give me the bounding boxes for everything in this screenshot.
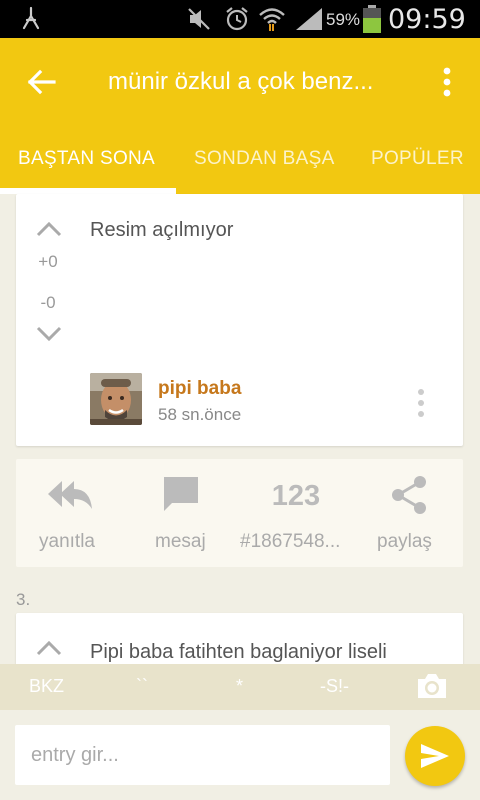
entry-time: 58 sn.önce [158,405,242,424]
entry-menu-icon[interactable] [413,387,429,421]
upvote-icon[interactable] [35,220,63,238]
author-name[interactable]: pipi baba [158,378,241,400]
share-icon [392,476,426,514]
entry-text: Pipi baba fatihten baglaniyor liseli [90,641,387,663]
page-title: münir özkul a çok benz... [108,68,374,95]
entry-text: Resim açılmıyor [90,219,234,241]
clock: 09:59 [388,4,466,35]
spoiler-shortcut[interactable]: -S!- [320,676,349,697]
camera-icon[interactable] [416,672,448,700]
overflow-menu-icon[interactable] [430,62,464,102]
hidden-link-shortcut[interactable]: `` [136,676,148,697]
battery-percent: 59% [326,10,361,29]
tab-populer[interactable]: POPÜLER [371,148,464,170]
tab-bastan-sona[interactable]: BAŞTAN SONA [18,148,155,170]
app-bar: münir özkul a çok benz... BAŞTAN SONA SO… [0,38,480,194]
numbers-123-icon: 123 [272,480,320,509]
input-bar [0,710,480,800]
reply-button[interactable]: yanıtla [16,459,126,567]
entry-input[interactable] [15,725,390,785]
send-button[interactable] [405,726,465,786]
downvote-icon[interactable] [35,325,63,343]
star-shortcut[interactable]: * [236,676,243,697]
svg-text:123: 123 [272,480,320,509]
tab-sondan-basa[interactable]: SONDAN BAŞA [194,148,335,170]
share-button[interactable]: paylaş [356,459,463,567]
entry-index: 3. [16,590,31,609]
downvote-count: -0 [40,293,56,312]
message-icon [164,477,198,511]
battery-icon [363,5,381,33]
back-arrow-icon[interactable] [22,62,62,102]
shortcut-bar: BKZ `` * -S!- [0,664,480,710]
message-button[interactable]: mesaj [126,459,236,567]
message-label: mesaj [155,531,206,552]
app-notification-icon [22,6,40,30]
wifi-icon [259,8,285,31]
status-bar: 59% 09:59 [0,0,480,38]
bkz-shortcut[interactable]: BKZ [29,676,64,697]
signal-icon [296,8,322,30]
tab-bar: BAŞTAN SONA SONDAN BAŞA POPÜLER [0,134,480,194]
entry-action-bar: yanıtla mesaj 123 #1867548... paylaş [16,459,463,567]
mute-icon [188,8,210,30]
entry-number-button[interactable]: 123 #1867548... [236,459,356,567]
upvote-count: +0 [38,252,58,271]
entry-number-label: #1867548... [240,531,341,552]
share-label: paylaş [377,531,432,552]
avatar[interactable] [90,373,142,425]
reply-all-icon [48,481,92,509]
alarm-icon [226,7,248,31]
reply-label: yanıtla [39,531,95,552]
upvote-icon[interactable] [35,639,63,657]
send-icon [421,744,449,768]
entry-card: +0 -0 Resim açılmıyor pipi baba 58 sn.ön… [16,194,463,446]
